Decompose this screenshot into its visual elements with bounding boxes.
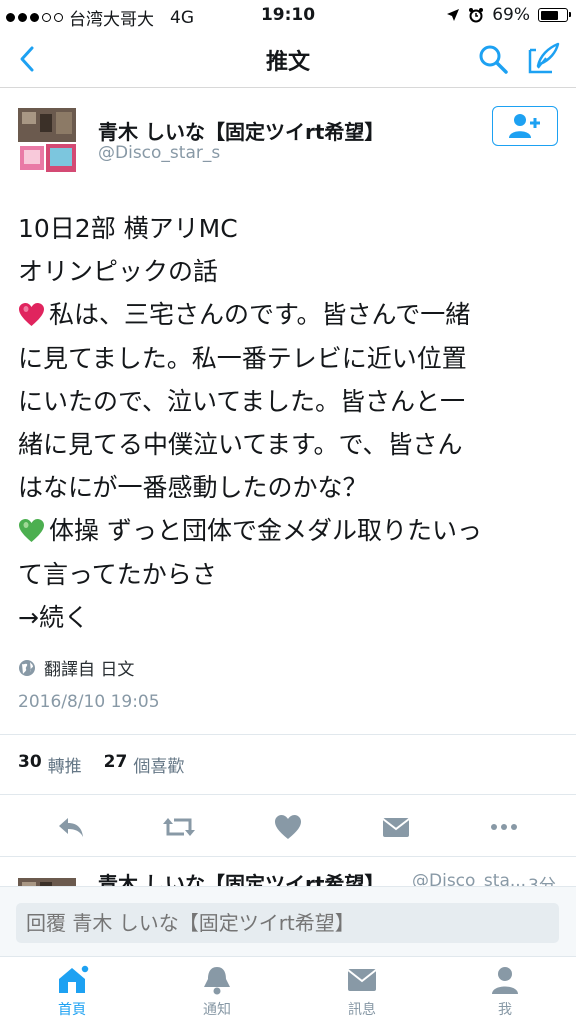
location-arrow-icon xyxy=(447,9,460,21)
tweet-line: オリンピックの話 xyxy=(18,250,563,293)
profile-icon xyxy=(492,967,518,994)
reply-input[interactable] xyxy=(16,903,559,943)
tab-label: 首頁 xyxy=(58,1002,86,1018)
tweet-line: て言ってたからさ xyxy=(18,553,563,596)
tweet-actions xyxy=(0,806,576,846)
like-label: 個喜歡 xyxy=(133,757,185,777)
tweet-line-text: 10日2部 横アリMC xyxy=(18,214,238,243)
bell-icon xyxy=(204,967,230,995)
search-icon[interactable] xyxy=(476,42,510,76)
tab-me[interactable]: 我 xyxy=(460,965,550,1021)
green-heart-emoji-icon xyxy=(19,519,44,543)
battery-fill xyxy=(540,10,558,20)
envelope-icon xyxy=(347,969,377,991)
tweet-line-text: て言ってたからさ xyxy=(18,559,217,589)
tweet-line-text: 私は、三宅さんのです。皆さんで一緒 xyxy=(49,300,471,330)
divider xyxy=(0,734,576,735)
tab-label: 訊息 xyxy=(348,1002,376,1018)
tab-bar: 首頁 通知 訊息 我 xyxy=(0,956,576,1024)
next-tweet-preview[interactable]: 青木 しいな【固定ツイrt希望】 @Disco_sta... 3分 xyxy=(0,858,576,888)
globe-icon xyxy=(19,659,35,676)
retweet-icon[interactable] xyxy=(162,810,196,844)
tweet-line: にいたので、泣いてました。皆さんと一 xyxy=(18,380,563,423)
add-user-icon xyxy=(509,114,540,138)
divider xyxy=(0,794,576,795)
reply-bar xyxy=(0,886,576,956)
tweet-line: 私は、三宅さんのです。皆さんで一緒 xyxy=(18,293,563,336)
divider xyxy=(0,856,576,857)
status-bar: 台湾大哥大 4G 19:10 69% xyxy=(0,0,576,30)
tweet-text: 10日2部 横アリMC オリンピックの話 私は、三宅さんのです。皆さんで一緒 に… xyxy=(18,207,563,639)
author-avatar[interactable] xyxy=(18,108,76,174)
nav-bar: 推文 xyxy=(0,30,576,88)
reply-icon[interactable] xyxy=(54,810,88,844)
like-count: 27 xyxy=(103,752,128,772)
more-options-icon[interactable] xyxy=(487,810,521,844)
tweet-line-text: はなにが一番感動したのかな？ xyxy=(18,473,368,503)
tab-label: 通知 xyxy=(203,1002,231,1018)
tweet-line: 体操 ずっと団体で金メダル取りたいっ xyxy=(18,509,563,552)
retweet-count: 30 xyxy=(18,752,42,772)
tweet-line: →続く xyxy=(18,596,563,639)
follow-button[interactable] xyxy=(492,106,558,146)
tab-messages[interactable]: 訊息 xyxy=(317,965,407,1021)
direct-message-icon[interactable] xyxy=(379,810,413,844)
tweet-line-text: にいたので、泣いてました。皆さんと一 xyxy=(18,386,466,416)
like-heart-icon[interactable] xyxy=(271,810,305,844)
tab-label: 我 xyxy=(498,1002,512,1018)
home-icon xyxy=(59,965,89,993)
author-handle[interactable]: @Disco_star_s xyxy=(98,143,220,163)
tweet-line-text: 緒に見てる中僕泣いてます。で、皆さん xyxy=(18,429,463,459)
tweet-line: 10日2部 横アリMC xyxy=(18,207,563,250)
tweet-line: はなにが一番感動したのかな？ xyxy=(18,466,563,509)
tweet-line: 緒に見てる中僕泣いてます。で、皆さん xyxy=(18,423,563,466)
tweet-line-text: に見てました。私一番テレビに近い位置 xyxy=(18,343,467,373)
engagement-stats[interactable]: 30 轉推 27 個喜歡 xyxy=(18,752,184,777)
battery-icon xyxy=(538,8,571,22)
alarm-clock-icon xyxy=(469,8,484,23)
retweet-label: 轉推 xyxy=(47,757,82,777)
tweet-line-text: オリンピックの話 xyxy=(18,257,219,287)
translation-label: 翻譯自 日文 xyxy=(44,660,135,680)
tweet-line-text: →続く xyxy=(18,602,89,632)
status-right: 69% xyxy=(446,5,571,25)
translation-info[interactable]: 翻譯自 日文 xyxy=(18,655,134,680)
compose-tweet-icon[interactable] xyxy=(526,40,562,76)
tab-notifications[interactable]: 通知 xyxy=(172,965,262,1021)
next-author-name: 青木 しいな【固定ツイrt希望】 xyxy=(98,872,385,888)
author-name[interactable]: 青木 しいな【固定ツイrt希望】 xyxy=(98,116,384,145)
tweet-timestamp: 2016/8/10 19:05 xyxy=(18,692,160,712)
tweet-line-text: 体操 ずっと団体で金メダル取りたいっ xyxy=(49,516,482,546)
red-heart-emoji-icon xyxy=(19,303,44,327)
tab-home[interactable]: 首頁 xyxy=(27,965,117,1021)
tweet-line: に見てました。私一番テレビに近い位置 xyxy=(18,337,563,380)
battery-percent: 69% xyxy=(492,5,530,25)
